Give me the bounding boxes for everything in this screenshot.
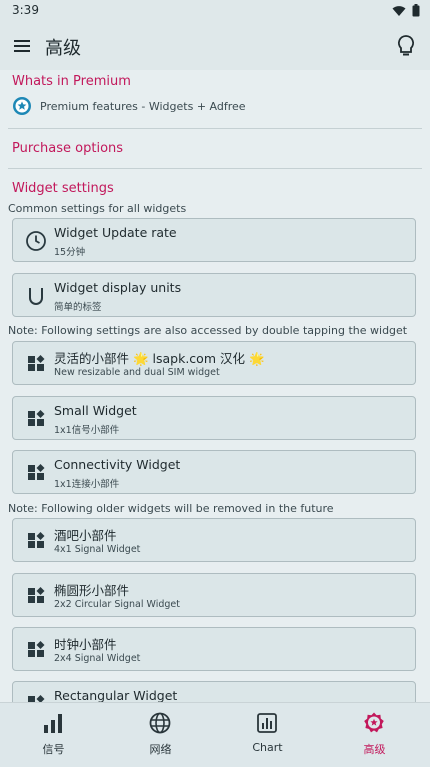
status-time: 3:39 <box>12 3 39 17</box>
globe-icon <box>149 712 171 734</box>
widgets-icon <box>25 530 47 552</box>
widgets-icon <box>25 693 47 702</box>
bar-widget-subtitle: 4x1 Signal Widget <box>54 544 141 555</box>
premium-feature-text: Premium features - Widgets + Adfree <box>40 99 246 113</box>
widgets-icon <box>25 462 47 484</box>
small-widget-subtitle: 1x1信号小部件 <box>54 425 120 436</box>
premium-section-title: Whats in Premium <box>12 74 131 89</box>
nav-network-label: 网络 <box>149 743 172 756</box>
nav-chart[interactable]: Chart <box>214 703 321 767</box>
widget-update-rate-card[interactable]: Widget Update rate 15分钟 <box>12 218 416 262</box>
clock-widget-title: 时钟小部件 <box>54 637 117 652</box>
settings-list[interactable]: Whats in Premium Premium features - Widg… <box>0 70 430 702</box>
divider <box>8 168 422 169</box>
clock-widget-card[interactable]: 时钟小部件 2x4 Signal Widget <box>12 627 416 671</box>
divider <box>8 128 422 129</box>
premium-badge-icon <box>364 712 384 733</box>
bar-widget-card[interactable]: 酒吧小部件 4x1 Signal Widget <box>12 518 416 562</box>
nav-advanced-label: 高级 <box>363 743 386 756</box>
rectangular-widget-card[interactable]: Rectangular Widget <box>12 681 416 702</box>
wifi-icon <box>392 5 406 16</box>
signal-bars-icon <box>44 714 62 733</box>
nav-signal-label: 信号 <box>42 743 65 756</box>
menu-icon[interactable] <box>12 35 34 57</box>
circular-widget-card[interactable]: 椭圆形小部件 2x2 Circular Signal Widget <box>12 573 416 617</box>
widget-settings-title: Widget settings <box>12 181 114 196</box>
widgets-icon <box>25 408 47 430</box>
double-tap-note: Note: Following settings are also access… <box>8 324 408 337</box>
widget-display-units-value: 简单的标签 <box>54 302 102 313</box>
common-settings-note: Common settings for all widgets <box>8 202 187 215</box>
premium-badge-icon <box>13 97 31 115</box>
circular-widget-subtitle: 2x2 Circular Signal Widget <box>54 599 180 610</box>
nav-network[interactable]: 网络 <box>107 703 214 767</box>
page-title: 高级 <box>45 38 81 59</box>
premium-features-item[interactable]: Premium features - Widgets + Adfree <box>12 96 246 116</box>
lightbulb-icon[interactable] <box>395 33 417 59</box>
widget-update-rate-value: 15分钟 <box>54 247 86 258</box>
flexible-widget-title: 灵活的小部件 🌟 lsapk.com 汉化 🌟 <box>54 351 265 366</box>
flexible-widget-card[interactable]: 灵活的小部件 🌟 lsapk.com 汉化 🌟 New resizable an… <box>12 341 416 385</box>
bottom-navigation: 信号 网络 Chart 高级 <box>0 702 430 767</box>
rectangular-widget-title: Rectangular Widget <box>54 688 178 702</box>
older-widgets-note: Note: Following older widgets will be re… <box>8 502 334 515</box>
widget-update-rate-title: Widget Update rate <box>54 225 177 240</box>
connectivity-widget-title: Connectivity Widget <box>54 457 181 472</box>
connectivity-widget-card[interactable]: Connectivity Widget 1x1连接小部件 <box>12 450 416 494</box>
clock-icon <box>25 230 47 252</box>
flexible-widget-subtitle: New resizable and dual SIM widget <box>54 367 220 378</box>
chart-icon <box>257 713 277 733</box>
widget-display-units-card[interactable]: Widget display units 简单的标签 <box>12 273 416 317</box>
small-widget-card[interactable]: Small Widget 1x1信号小部件 <box>12 396 416 440</box>
units-icon <box>25 285 47 307</box>
nav-signal[interactable]: 信号 <box>0 703 107 767</box>
nav-chart-label: Chart <box>252 741 283 754</box>
widgets-icon <box>25 639 47 661</box>
widgets-icon <box>25 585 47 607</box>
status-bar: 3:39 <box>0 0 430 22</box>
bar-widget-title: 酒吧小部件 <box>54 528 117 543</box>
connectivity-widget-subtitle: 1x1连接小部件 <box>54 479 120 490</box>
clock-widget-subtitle: 2x4 Signal Widget <box>54 653 141 664</box>
widgets-icon <box>25 353 47 375</box>
app-bar: 高级 <box>0 22 430 70</box>
small-widget-title: Small Widget <box>54 403 137 418</box>
battery-icon <box>412 4 420 17</box>
circular-widget-title: 椭圆形小部件 <box>54 583 130 598</box>
purchase-options-link[interactable]: Purchase options <box>12 141 123 156</box>
widget-display-units-title: Widget display units <box>54 280 182 295</box>
nav-advanced[interactable]: 高级 <box>321 703 428 767</box>
